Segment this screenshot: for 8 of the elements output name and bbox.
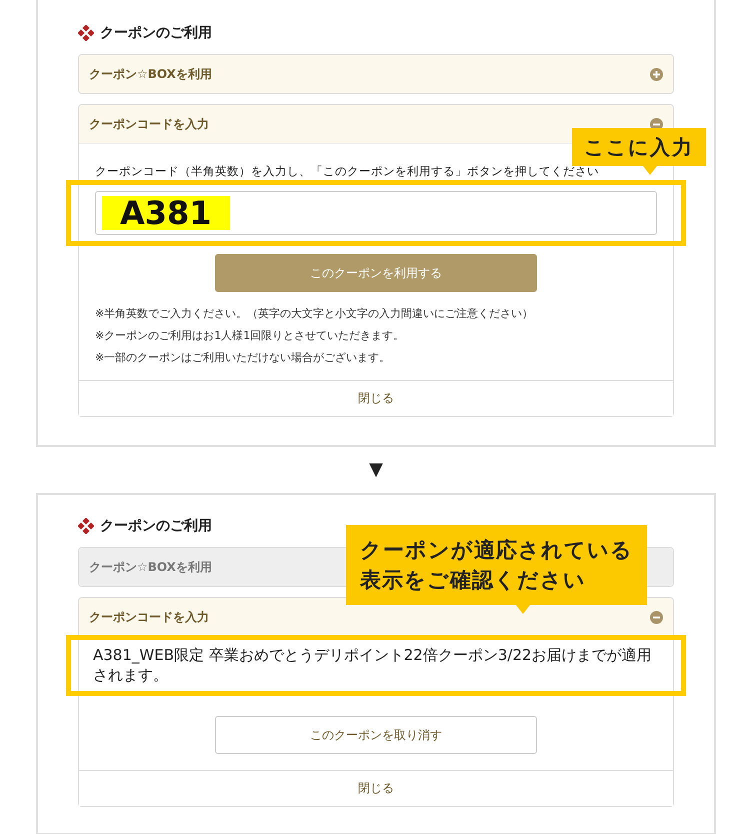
note-text: ※半角英数でご入力ください。（英字の大文字と小文字の入力間違いにご注意ください） xyxy=(95,306,534,322)
applied-message: A381_WEB限定 卒業おめでとうデリポイント22倍クーポン3/22お届けまでが適用されます。 xyxy=(93,645,653,685)
section-heading: クーポンのご利用 xyxy=(100,517,212,535)
note-text: ※クーポンのご利用はお1人様1回限りとさせていただきます。 xyxy=(95,328,406,344)
note-text: ※一部のクーポンはご利用いただけない場合がございます。 xyxy=(95,350,392,366)
instruction-text: クーポンコード（半角英数）を入力し、「このクーポンを利用する」ボタンを押してください xyxy=(95,164,599,179)
down-arrow: ▼ xyxy=(368,458,384,482)
section-heading: クーポンのご利用 xyxy=(100,24,212,42)
